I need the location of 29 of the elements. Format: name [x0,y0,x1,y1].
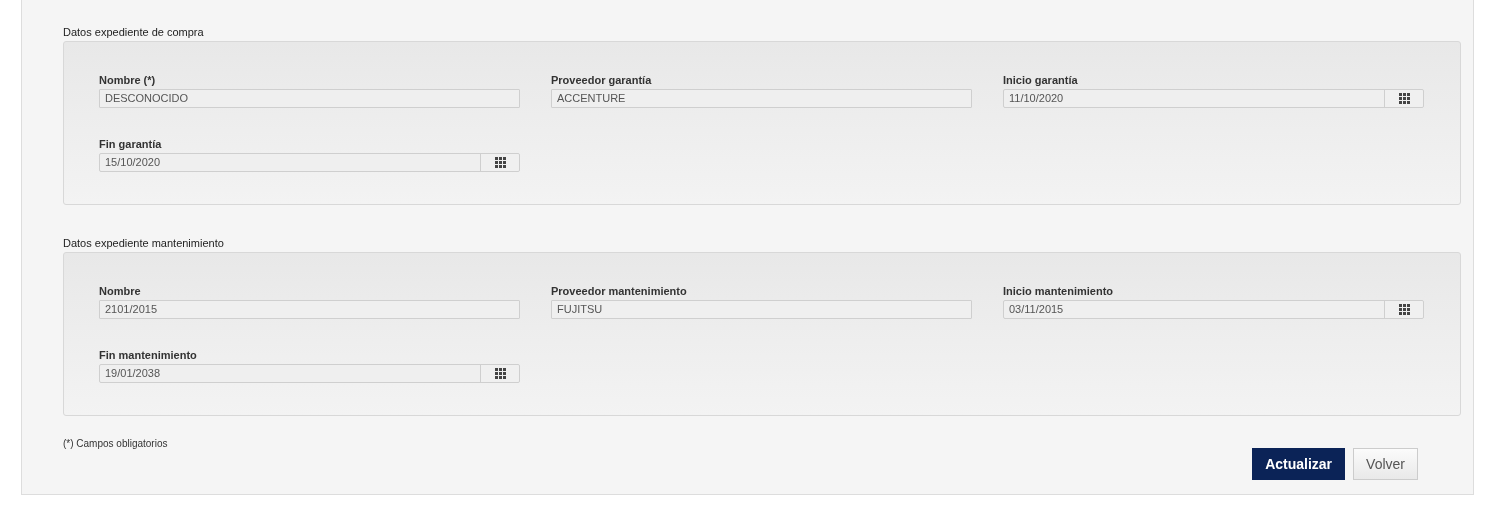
field-label: Nombre [99,285,142,297]
date-field[interactable]: 19/01/2038 [99,364,520,383]
field-label: Fin mantenimiento [99,349,198,361]
text-field[interactable]: FUJITSU [551,300,972,319]
field-label: Proveedor garantía [551,74,653,86]
text-field[interactable]: DESCONOCIDO [99,89,520,108]
field-label: Proveedor mantenimiento [551,285,688,297]
footnote: (*) Campos obligatorios [63,438,169,450]
section-title: Datos expediente de compra [63,26,205,38]
calendar-grid-icon [494,157,506,168]
text-field[interactable]: 2101/2015 [99,300,520,319]
date-field[interactable]: 03/11/2015 [1003,300,1424,319]
primary-button[interactable]: Actualizar [1252,448,1346,480]
field-label: Inicio mantenimiento [1003,285,1114,297]
calendar-grid-icon [1398,304,1410,315]
text-field[interactable]: ACCENTURE [551,89,972,108]
section-title: Datos expediente mantenimiento [63,237,225,249]
secondary-button[interactable]: Volver [1353,448,1418,480]
calendar-button[interactable] [480,365,519,382]
calendar-button[interactable] [480,154,519,171]
calendar-grid-icon [494,368,506,379]
field-label: Inicio garantía [1003,74,1079,86]
date-field[interactable]: 15/10/2020 [99,153,520,172]
calendar-button[interactable] [1384,90,1423,107]
calendar-grid-icon [1398,93,1410,104]
date-field[interactable]: 11/10/2020 [1003,89,1424,108]
field-label: Nombre (*) [99,74,157,86]
calendar-button[interactable] [1384,301,1423,318]
field-label: Fin garantía [99,138,163,150]
